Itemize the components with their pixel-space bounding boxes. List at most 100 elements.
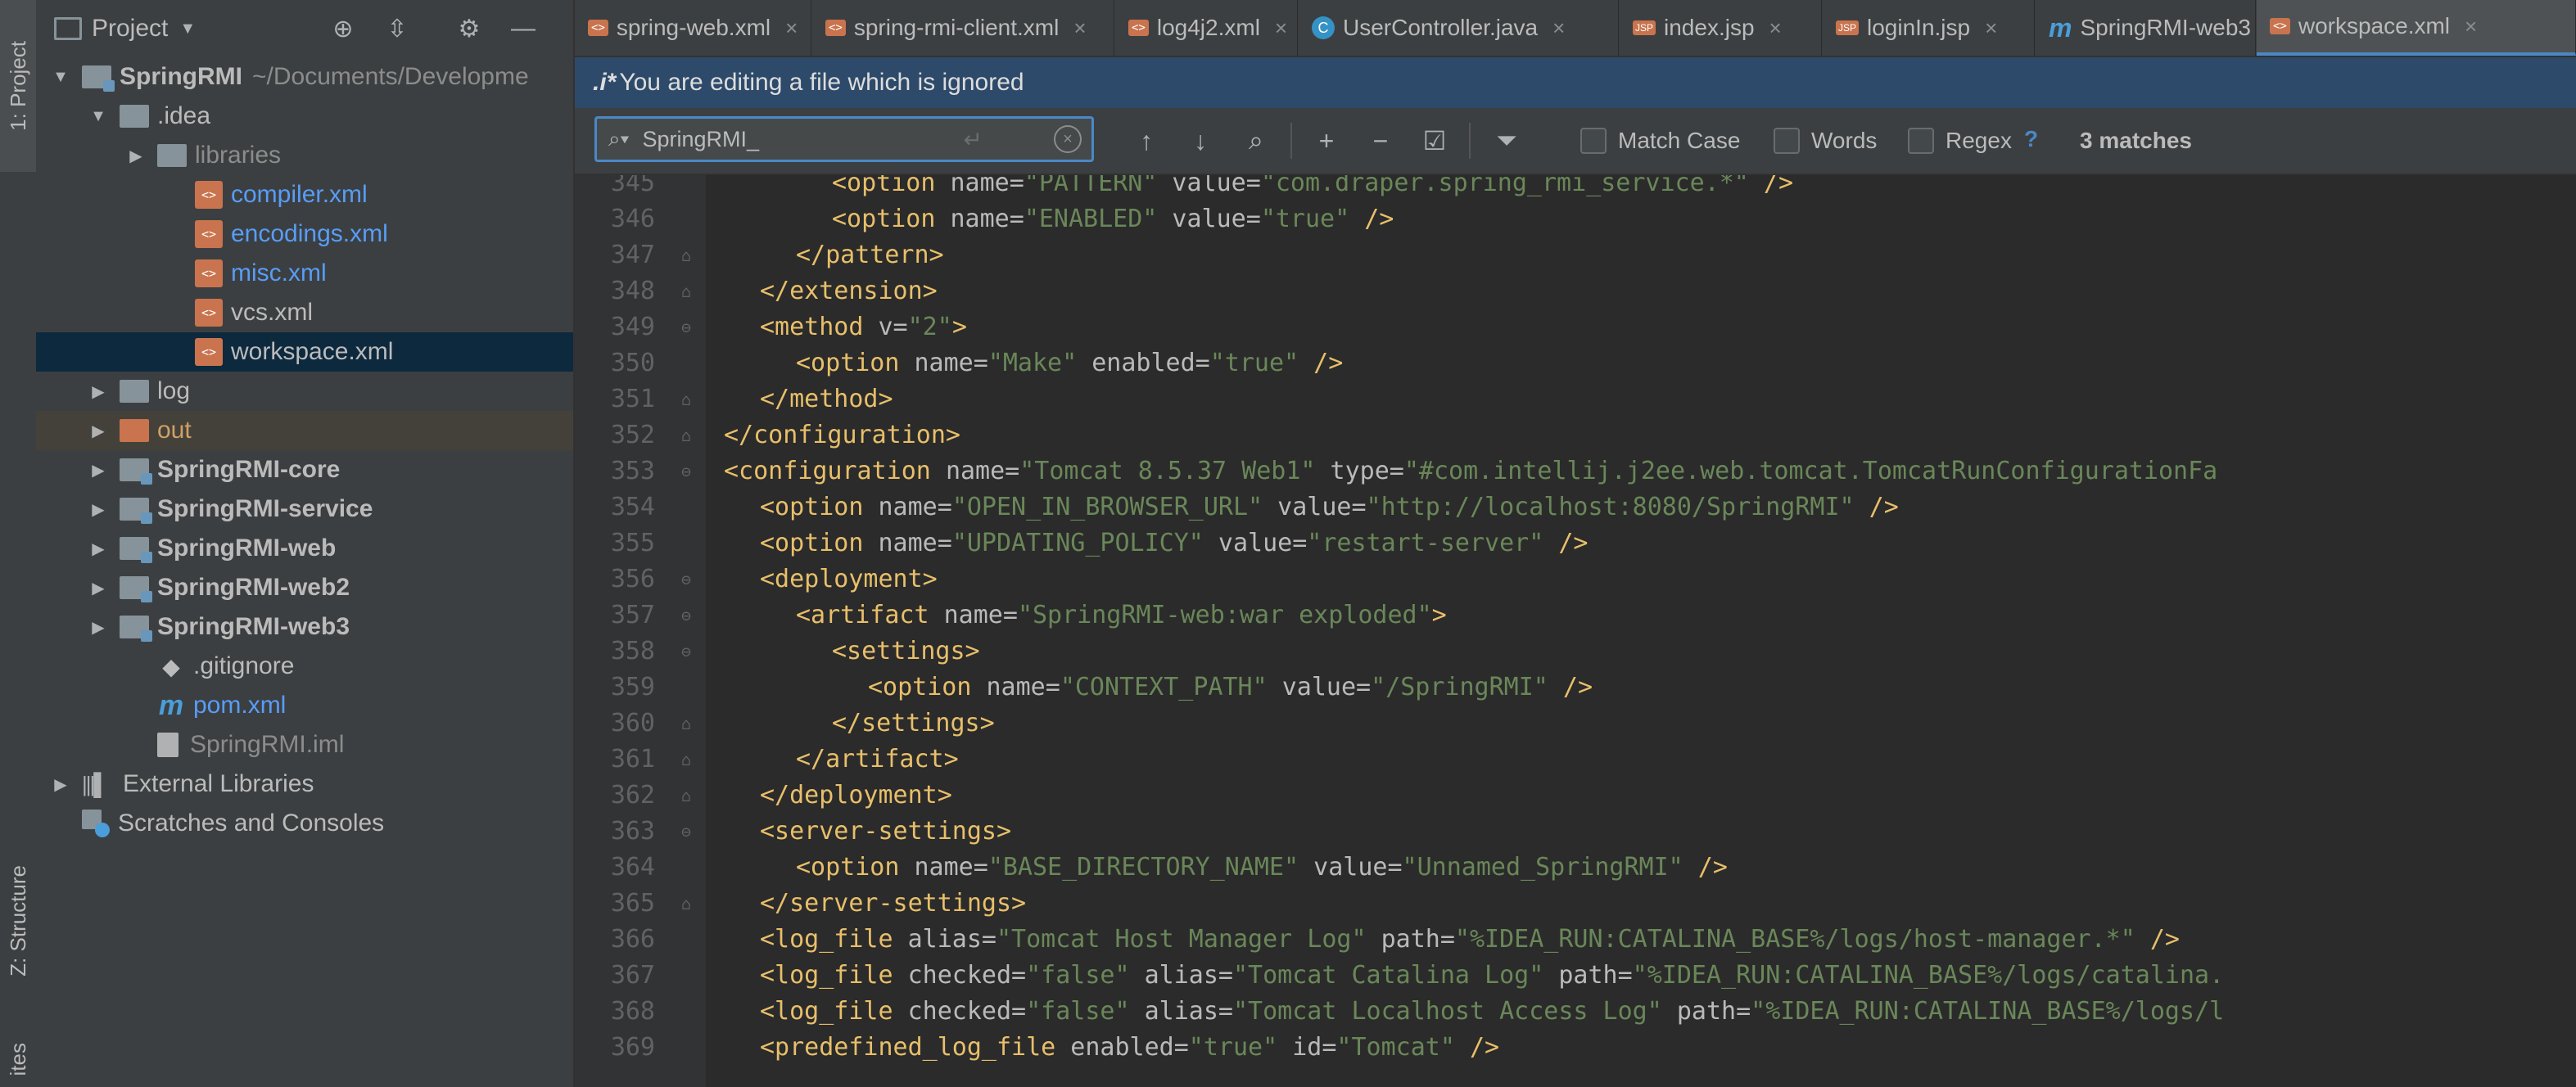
project-panel-title[interactable]: Project [92, 15, 168, 43]
code-line[interactable]: 368 <log_file checked="false" alias="Tomc… [575, 994, 2576, 1030]
tree-item[interactable]: <> compiler.xml [36, 175, 573, 214]
code-line[interactable]: 355 <option name="UPDATING_POLICY" value=… [575, 525, 2576, 562]
code-line[interactable]: 369 <predefined_log_file enabled="true" i… [575, 1030, 2576, 1066]
close-icon[interactable]: × [1769, 16, 1782, 41]
code-line[interactable]: 360 ⌂ </settings> [575, 706, 2576, 742]
gear-icon[interactable]: ⚙ [454, 13, 485, 44]
match-case-checkbox[interactable]: Match Case [1580, 128, 1740, 154]
tree-item[interactable]: ▶ SpringRMI-web3 [36, 607, 573, 647]
search-field[interactable]: ⌕▾ ↵ × [594, 116, 1094, 162]
fold-marker-icon[interactable]: ⌂ [681, 742, 691, 778]
fold-marker-icon[interactable]: ⌂ [681, 381, 691, 417]
tree-item[interactable]: ▶ out [36, 411, 573, 450]
code-line[interactable]: 354 <option name="OPEN_IN_BROWSER_URL" va… [575, 489, 2576, 525]
fold-marker-icon[interactable]: ⌂ [681, 778, 691, 814]
tree-item[interactable]: m pom.xml [36, 686, 573, 725]
tree-item[interactable]: ▼ SpringRMI ~/Documents/Developme [36, 57, 573, 97]
tree-item[interactable]: Scratches and Consoles [36, 804, 573, 843]
editor-tab[interactable]: <> workspace.xml × [2257, 0, 2576, 56]
select-all-occurrences-icon[interactable]: ☑ [1417, 123, 1453, 159]
collapse-arrow-icon[interactable]: ▶ [88, 421, 108, 441]
search-input[interactable] [640, 125, 956, 153]
add-occurrence-icon[interactable]: + [1308, 123, 1344, 159]
filter-icon[interactable]: ⏷ [1489, 123, 1525, 159]
code-line[interactable]: 365 ⌂ </server-settings> [575, 886, 2576, 922]
collapse-arrow-icon[interactable]: ▶ [88, 381, 108, 402]
close-icon[interactable]: × [1073, 16, 1086, 41]
code-line[interactable]: 361 ⌂ </artifact> [575, 742, 2576, 778]
editor-tab[interactable]: <> spring-web.xml × [575, 0, 811, 56]
fold-marker-icon[interactable]: ⌂ [681, 273, 691, 309]
tree-item[interactable]: SpringRMI.iml [36, 725, 573, 765]
tree-item[interactable]: ▶ SpringRMI-web [36, 529, 573, 568]
regex-checkbox[interactable]: Regex [1908, 128, 2012, 154]
previous-occurrence-icon[interactable]: ↑ [1128, 123, 1164, 159]
code-line[interactable]: 351 ⌂ </method> [575, 381, 2576, 417]
hide-panel-icon[interactable]: — [508, 13, 539, 44]
fold-marker-icon[interactable]: ⊖ [681, 453, 691, 489]
code-line[interactable]: 349 ⊖ <method v="2"> [575, 309, 2576, 345]
close-icon[interactable]: × [1275, 16, 1287, 41]
code-line[interactable]: 363 ⊖ <server-settings> [575, 814, 2576, 850]
tree-item[interactable]: ▶ libraries [36, 136, 573, 175]
tree-item[interactable]: ◆ .gitignore [36, 647, 573, 686]
editor-tab[interactable]: JSP index.jsp × [1620, 0, 1822, 56]
structure-tool-tab[interactable]: Z: Structure [0, 827, 36, 1015]
code-line[interactable]: 362 ⌂ </deployment> [575, 778, 2576, 814]
tree-item[interactable]: ▶ SpringRMI-core [36, 450, 573, 489]
fold-marker-icon[interactable]: ⊖ [681, 562, 691, 598]
fold-marker-icon[interactable]: ⊖ [681, 634, 691, 670]
editor-tab[interactable]: <> spring-rmi-client.xml × [812, 0, 1114, 56]
code-line[interactable]: 345 <option name="PATTERN" value="com.dra… [575, 175, 2576, 201]
collapse-arrow-icon[interactable]: ▶ [88, 617, 108, 638]
collapse-arrow-icon[interactable]: ▶ [126, 146, 146, 166]
tree-item[interactable]: <> vcs.xml [36, 293, 573, 332]
code-line[interactable]: 358 ⊖ <settings> [575, 634, 2576, 670]
collapse-arrow-icon[interactable]: ▶ [51, 774, 70, 795]
collapse-arrow-icon[interactable]: ▶ [88, 499, 108, 520]
regex-box[interactable] [1908, 128, 1934, 154]
tree-item[interactable]: <> encodings.xml [36, 214, 573, 254]
fold-marker-icon[interactable]: ⌂ [681, 417, 691, 453]
tree-item[interactable]: ▶ SpringRMI-web2 [36, 568, 573, 607]
remove-occurrence-icon[interactable]: − [1363, 123, 1399, 159]
search-icon[interactable]: ⌕▾ [608, 126, 629, 152]
editor-tab[interactable]: mSpringRMI-web3× [2036, 0, 2278, 56]
tree-item[interactable]: ▼ .idea [36, 97, 573, 136]
expand-arrow-icon[interactable]: ▼ [51, 68, 70, 87]
code-line[interactable]: 348 ⌂ </extension> [575, 273, 2576, 309]
code-line[interactable]: 359 <option name="CONTEXT_PATH" value="/S… [575, 670, 2576, 706]
find-all-icon[interactable]: ⌕ [1238, 123, 1274, 159]
fold-marker-icon[interactable]: ⊖ [681, 814, 691, 850]
favorites-tool-tab[interactable]: ites [0, 1031, 36, 1087]
code-line[interactable]: 353 ⊖ <configuration name="Tomcat 8.5.37 W… [575, 453, 2576, 489]
code-line[interactable]: 356 ⊖ <deployment> [575, 562, 2576, 598]
editor-tab[interactable]: C UserController.java × [1299, 0, 1619, 56]
fold-marker-icon[interactable]: ⌂ [681, 706, 691, 742]
words-box[interactable] [1774, 128, 1800, 154]
close-icon[interactable]: × [1985, 16, 1997, 41]
code-line[interactable]: 350 <option name="Make" enabled="true" /> [575, 345, 2576, 381]
code-line[interactable]: 364 <option name="BASE_DIRECTORY_NAME" va… [575, 850, 2576, 886]
code-line[interactable]: 352 ⌂ </configuration> [575, 417, 2576, 453]
project-tool-tab[interactable]: 1: Project [0, 0, 36, 172]
close-icon[interactable]: × [2465, 14, 2477, 39]
code-line[interactable]: 357 ⊖ <artifact name="SpringRMI-web:war ex… [575, 598, 2576, 634]
fold-marker-icon[interactable]: ⊖ [681, 598, 691, 634]
next-occurrence-icon[interactable]: ↓ [1182, 123, 1218, 159]
code-line[interactable]: 347 ⌂ </pattern> [575, 237, 2576, 273]
close-icon[interactable]: × [1552, 16, 1565, 41]
code-line[interactable]: 366 <log_file alias="Tomcat Host Manager … [575, 922, 2576, 958]
editor-tab[interactable]: JSP loginIn.jsp × [1823, 0, 2035, 56]
fold-marker-icon[interactable]: ⌂ [681, 237, 691, 273]
tree-item[interactable]: ▶ |||▌ External Libraries [36, 765, 573, 804]
tree-item[interactable]: ▶ SpringRMI-service [36, 489, 573, 529]
fold-marker-icon[interactable]: ⌂ [681, 886, 691, 922]
collapse-arrow-icon[interactable]: ▶ [88, 460, 108, 480]
words-checkbox[interactable]: Words [1774, 128, 1877, 154]
collapse-all-icon[interactable]: ⇳ [382, 13, 413, 44]
collapse-arrow-icon[interactable]: ▶ [88, 578, 108, 598]
code-editor[interactable]: 345 <option name="PATTERN" value="com.dra… [575, 175, 2576, 1087]
chevron-down-icon[interactable]: ▼ [179, 20, 196, 38]
code-line[interactable]: 367 <log_file checked="false" alias="Tomc… [575, 958, 2576, 994]
